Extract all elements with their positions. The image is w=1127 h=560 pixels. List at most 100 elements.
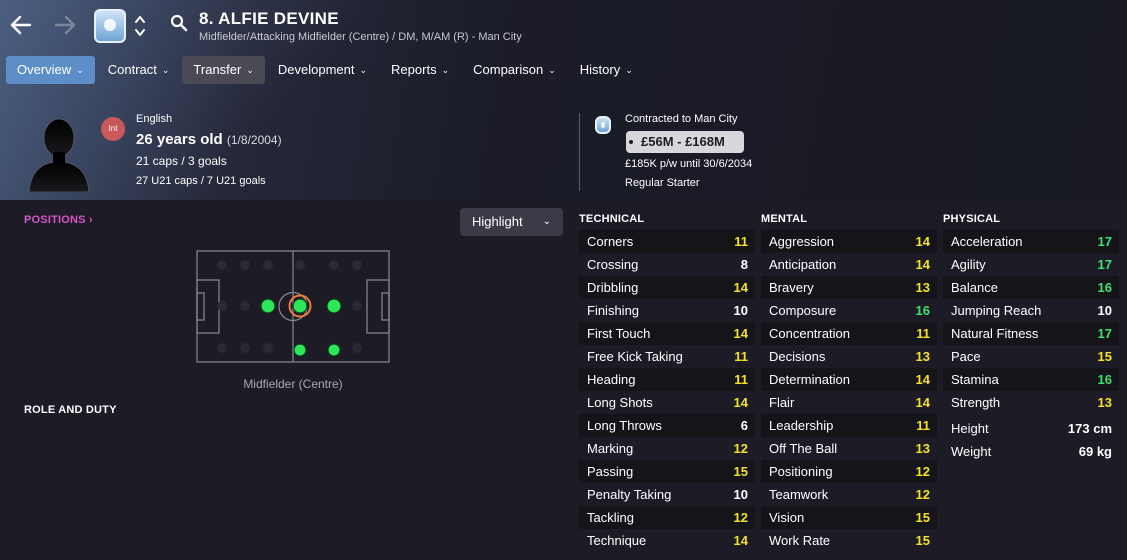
attribute-row[interactable]: Stamina 16 [943,368,1119,391]
player-switch-updown-icon[interactable] [133,12,147,43]
attribute-name: Flair [769,395,795,410]
attribute-row[interactable]: Composure 16 [761,299,937,322]
attribute-row[interactable]: Pace 15 [943,345,1119,368]
club-crest-icon[interactable] [94,9,126,43]
attribute-name: Tackling [587,510,634,525]
attribute-value: 15 [915,533,930,548]
physical-heading: PHYSICAL [943,213,1001,225]
attribute-name: Anticipation [769,257,837,272]
attribute-row[interactable]: Bravery 13 [761,276,937,299]
attribute-value: 10 [1097,303,1112,318]
attribute-row[interactable]: Crossing 8 [579,253,755,276]
physical-measure-row: Weight 69 kg [943,440,1119,463]
attribute-value: 13 [915,349,930,364]
positions-link[interactable]: POSITIONS › [24,214,93,226]
attribute-row[interactable]: Leadership 11 [761,414,937,437]
attribute-row[interactable]: Natural Fitness 17 [943,322,1119,345]
player-menu-bar: Overview ⌄ Contract ⌄ Transfer ⌄ Developmen… [6,56,646,84]
attribute-row[interactable]: Long Shots 14 [579,391,755,414]
attribute-value: 12 [733,510,748,525]
caps-text: 21 caps / 3 goals [136,154,227,168]
player-silhouette-avatar [27,112,91,193]
position-pitch [196,250,390,363]
attribute-name: Passing [587,464,634,479]
forward-arrow-icon[interactable] [50,10,80,40]
attribute-value: 13 [915,280,930,295]
attribute-row[interactable]: Long Throws 6 [579,414,755,437]
attribute-name: Acceleration [951,234,1023,249]
attribute-row[interactable]: Off The Ball 13 [761,437,937,460]
chevron-down-icon: ⌄ [246,65,254,75]
search-icon[interactable] [170,14,188,32]
attribute-row[interactable]: Positioning 12 [761,460,937,483]
club-crest-small-icon [595,116,611,134]
back-arrow-icon[interactable] [6,10,36,40]
technical-attributes-list: Corners 11 Crossing 8 Dribbling 14 Finishing 10… [579,230,755,552]
highlight-dropdown[interactable]: Highlight ⌄ [460,208,563,236]
attribute-row[interactable]: Acceleration 17 [943,230,1119,253]
attribute-row[interactable]: Tackling 12 [579,506,755,529]
attribute-row[interactable]: Determination 14 [761,368,937,391]
tab-contract[interactable]: Contract ⌄ [97,56,181,84]
squad-status-text: Regular Starter [625,177,700,189]
attribute-row[interactable]: Anticipation 14 [761,253,937,276]
chevron-down-icon: ⌄ [441,65,450,75]
attribute-row[interactable]: Decisions 13 [761,345,937,368]
attribute-row[interactable]: Jumping Reach 10 [943,299,1119,322]
chevron-right-icon: › [88,214,93,226]
attribute-row[interactable]: Agility 17 [943,253,1119,276]
attribute-row[interactable]: Flair 14 [761,391,937,414]
attribute-name: Vision [769,510,805,525]
tab-overview[interactable]: Overview ⌄ [6,56,95,84]
tab-reports[interactable]: Reports ⌄ [380,56,460,84]
attribute-name: Heading [587,372,636,387]
attribute-row[interactable]: Vision 15 [761,506,937,529]
chevron-down-icon: ⌄ [76,65,84,75]
chevron-down-icon: ⌄ [161,65,170,75]
attribute-value: 12 [915,487,930,502]
attribute-name: Marking [587,441,634,456]
tab-history[interactable]: History ⌄ [569,56,644,84]
attribute-value: 12 [733,441,748,456]
attribute-value: 14 [915,372,930,387]
attribute-row[interactable]: First Touch 14 [579,322,755,345]
nationality-text: English [136,113,173,125]
attribute-name: Corners [587,234,634,249]
attribute-value: 14 [733,533,748,548]
attribute-value: 14 [915,234,930,249]
attribute-row[interactable]: Penalty Taking 10 [579,483,755,506]
attribute-name: Composure [769,303,837,318]
attribute-value: 13 [1097,395,1112,410]
transfer-value-pill[interactable]: £56M - £168M [626,131,744,153]
attribute-value: 14 [915,395,930,410]
measure-value: 69 kg [1078,444,1112,459]
chevron-down-icon: ⌄ [625,65,633,75]
attribute-row[interactable]: Passing 15 [579,460,755,483]
mental-attributes-list: Aggression 14 Anticipation 14 Bravery 13 Compo… [761,230,937,552]
attribute-name: Agility [951,257,986,272]
attribute-row[interactable]: Teamwork 12 [761,483,937,506]
attribute-row[interactable]: Heading 11 [579,368,755,391]
wage-text: £185K p/w until 30/6/2034 [625,158,753,170]
attribute-row[interactable]: Technique 14 [579,529,755,552]
attribute-value: 12 [915,464,930,479]
attribute-row[interactable]: Corners 11 [579,230,755,253]
attribute-value: 11 [734,349,748,364]
attribute-row[interactable]: Finishing 10 [579,299,755,322]
attribute-row[interactable]: Strength 13 [943,391,1119,414]
attribute-row[interactable]: Aggression 14 [761,230,937,253]
tab-comparison[interactable]: Comparison ⌄ [462,56,567,84]
attribute-row[interactable]: Concentration 11 [761,322,937,345]
tab-transfer[interactable]: Transfer ⌄ [182,56,265,84]
attribute-value: 15 [733,464,748,479]
physical-measure-row: Height 173 cm [943,417,1119,440]
tab-development[interactable]: Development ⌄ [267,56,378,84]
attribute-row[interactable]: Dribbling 14 [579,276,755,299]
attribute-row[interactable]: Work Rate 15 [761,529,937,552]
attribute-row[interactable]: Free Kick Taking 11 [579,345,755,368]
attribute-row[interactable]: Balance 16 [943,276,1119,299]
attribute-value: 16 [1097,372,1112,387]
attribute-value: 15 [1097,349,1112,364]
attribute-row[interactable]: Marking 12 [579,437,755,460]
mental-heading: MENTAL [761,213,808,225]
